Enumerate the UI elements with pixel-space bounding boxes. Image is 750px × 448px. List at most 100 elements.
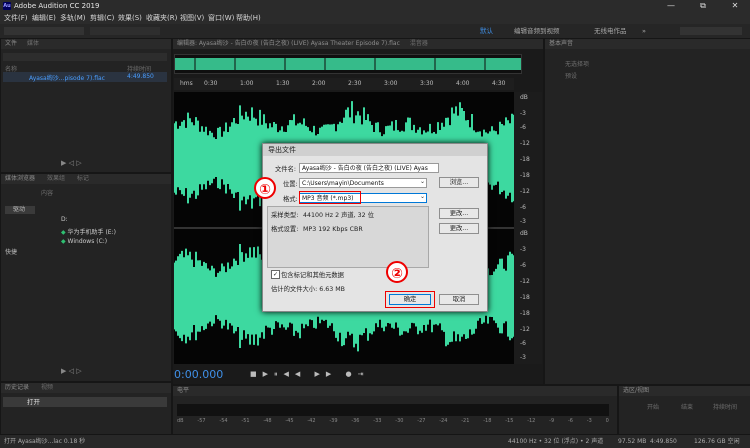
menu-file[interactable]: 文件(F) [4, 12, 28, 24]
db-label: -18 [520, 156, 530, 163]
change-sample-button[interactable]: 更改... [439, 208, 479, 219]
location-select[interactable]: C:\Users\mayin\Documents [299, 178, 427, 188]
shortcuts-node[interactable]: 快捷 [5, 247, 17, 256]
waveform-overview[interactable] [174, 54, 522, 74]
drive-c[interactable]: ◆ Windows (C:) [61, 238, 107, 245]
tab-markers[interactable]: 标记 [77, 175, 89, 182]
history-header: 历史记录 视频 [1, 383, 171, 393]
close-button[interactable]: ✕ [724, 0, 746, 12]
tab-media-browser[interactable]: 媒体浏览器 [5, 175, 35, 182]
chevron-down-icon[interactable]: ⌄ [420, 178, 425, 185]
filename-label: 文件名: [275, 166, 297, 173]
db-label: -18 [520, 294, 530, 301]
tab-video[interactable]: 视频 [41, 384, 53, 391]
drive-d[interactable]: D: [61, 216, 68, 223]
level-tick: -39 [329, 418, 338, 424]
menu-edit[interactable]: 编辑(E) [32, 12, 56, 24]
format-settings-value: MP3 192 Kbps CBR [303, 226, 363, 233]
tab-effects-rack[interactable]: 效果组 [47, 175, 65, 182]
drive-e-label: 华为手机助手 (E:) [67, 229, 116, 236]
menu-favorites[interactable]: 收藏夹(R) [146, 12, 177, 24]
level-tick: -12 [527, 418, 536, 424]
level-tick: -9 [549, 418, 555, 424]
restore-button[interactable]: ⧉ [692, 0, 714, 12]
tab-history[interactable]: 历史记录 [5, 384, 29, 391]
estimated-size-label: 估计的文件大小: 6.63 MB [271, 286, 345, 293]
level-tick: -3 [586, 418, 592, 424]
editor-header: 编辑器: Ayasa绚沙 - 告白の夜 (告白之夜) (LIVE) Ayasa … [173, 39, 543, 49]
ruler-unit: hms [180, 80, 193, 87]
tab-files[interactable]: 文件 [5, 40, 17, 47]
tab-media[interactable]: 媒体 [27, 40, 39, 47]
export-file-dialog: 导出文件 文件名: Ayasa绚沙 - 告白の夜 (告白之夜) (LIVE) A… [262, 143, 488, 312]
level-tick: -21 [461, 418, 470, 424]
drives-node[interactable]: 驱动 [5, 206, 35, 214]
files-search[interactable] [3, 53, 167, 61]
file-row[interactable]: Ayasa绚沙...pisode 7).flac 4:49.850 [3, 72, 167, 82]
menu-help[interactable]: 帮助(H) [236, 12, 261, 24]
level-tick: -27 [417, 418, 426, 424]
menu-view[interactable]: 视图(V) [180, 12, 204, 24]
menu-multitrack[interactable]: 多轨(M) [60, 12, 86, 24]
level-tick: -24 [439, 418, 448, 424]
toolbar-tools[interactable] [90, 27, 160, 35]
include-markers-checkbox[interactable]: ✓ [271, 270, 280, 279]
workspace-edit-video[interactable]: 编辑音频到视频 [514, 24, 560, 38]
menu-window[interactable]: 窗口(W) [208, 12, 234, 24]
db-label: -6 [520, 204, 526, 211]
browse-button[interactable]: 浏览... [439, 177, 479, 188]
ruler-tick: 1:00 [240, 80, 254, 87]
status-sample-format: 44100 Hz • 32 位 (浮点) • 2 声道 [508, 438, 604, 445]
cancel-button[interactable]: 取消 [439, 294, 479, 305]
selection-view-header[interactable]: 选区/视图 [619, 386, 750, 396]
include-markers-label: 包含标记和其他元数据 [281, 272, 344, 279]
drive-c-label: Windows (C:) [67, 238, 108, 245]
transport-controls[interactable]: ■▶⏸◀◀ ▶▶ ●⇥ [250, 370, 510, 380]
db-label: -3 [520, 354, 526, 361]
tab-editor[interactable]: 编辑器: Ayasa绚沙 - 告白の夜 (告白之夜) (LIVE) Ayasa … [177, 40, 400, 47]
status-message: 打开 Ayasa绚沙...lac 0.18 秒 [4, 438, 86, 445]
toolbar-waveform-multitrack[interactable] [4, 27, 84, 35]
menu-effects[interactable]: 效果(S) [118, 12, 142, 24]
level-tick: -6 [567, 418, 573, 424]
window-title: Adobe Audition CC 2019 [14, 2, 100, 10]
level-tick: 0 [605, 418, 609, 424]
files-transport-icons[interactable]: ▶ ◁ ▷ [61, 159, 82, 167]
workspace-radio[interactable]: 无线电作品 [594, 24, 627, 38]
db-label: -6 [520, 262, 526, 269]
browser-transport-icons[interactable]: ▶ ◁ ▷ [61, 367, 82, 375]
workspace-default[interactable]: 默认 [480, 24, 493, 38]
status-free-space: 126.76 GB 空闲 [694, 438, 740, 445]
filename-input[interactable]: Ayasa绚沙 - 告白の夜 (告白之夜) (LIVE) Ayas [299, 163, 439, 173]
sample-type-label: 采样类型: [271, 212, 299, 219]
status-duration: 4:49.850 [650, 438, 677, 445]
time-ruler[interactable]: hms 0:30 1:00 1:30 2:00 2:30 3:00 3:30 4… [174, 78, 514, 90]
drive-e[interactable]: ◆ 华为手机助手 (E:) [61, 227, 116, 236]
minimize-button[interactable]: — [660, 0, 682, 12]
db-label: -12 [520, 140, 530, 147]
levels-header[interactable]: 电平 [173, 386, 617, 396]
change-format-button[interactable]: 更改... [439, 223, 479, 234]
level-tick: -48 [263, 418, 272, 424]
tab-mixer[interactable]: 混音器 [410, 40, 428, 47]
status-file-size: 97.52 MB [618, 438, 647, 445]
workspace-menu-icon[interactable]: » [642, 24, 646, 38]
files-panel-header: 文件 媒体 [1, 39, 171, 49]
level-ticks: dB -57 -54 -51 -48 -45 -42 -39 -36 -33 -… [177, 418, 609, 428]
search-help-input[interactable] [680, 27, 742, 35]
history-item-open[interactable]: 打开 [3, 397, 167, 407]
media-browser-header: 媒体浏览器 效果组 标记 [1, 174, 171, 184]
level-tick: -33 [373, 418, 382, 424]
ruler-tick: 2:00 [312, 80, 326, 87]
col-end: 结束 [681, 404, 694, 411]
essential-sound-panel: 基本声音 无选择项 预设 [544, 38, 750, 385]
phone-icon: ◆ [61, 229, 66, 236]
essential-sound-header[interactable]: 基本声音 [545, 39, 750, 49]
level-tick: -51 [241, 418, 250, 424]
menu-clip[interactable]: 剪辑(C) [90, 12, 114, 24]
level-tick: dB [177, 418, 184, 424]
level-tick: -54 [219, 418, 228, 424]
db-label: -6 [520, 340, 526, 347]
chevron-down-icon[interactable]: ⌄ [420, 193, 425, 200]
level-tick: -42 [307, 418, 316, 424]
